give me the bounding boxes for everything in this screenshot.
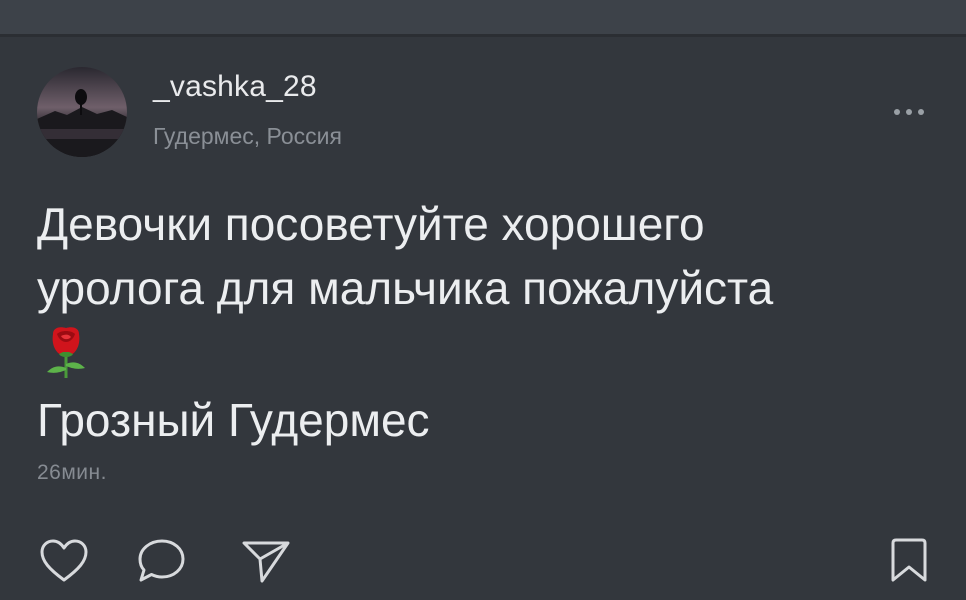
share-button[interactable] (240, 535, 292, 587)
ellipsis-dot (918, 109, 924, 115)
speech-bubble-icon (138, 539, 185, 582)
ellipsis-icon (894, 109, 900, 115)
avatar[interactable] (37, 67, 127, 157)
ellipsis-dot (906, 109, 912, 115)
post-text: Девочки посоветуйте хорошего уролога для… (37, 192, 937, 452)
top-bar (0, 0, 966, 34)
bookmark-button[interactable] (883, 535, 935, 587)
heart-icon (40, 539, 88, 582)
post-card: _vashka_28 Гудермес, Россия Девочки посо… (0, 37, 966, 600)
more-options-button[interactable] (884, 97, 934, 127)
rose-emoji (37, 324, 937, 388)
post-text-line: Девочки посоветуйте хорошего (37, 198, 705, 250)
location[interactable]: Гудермес, Россия (153, 123, 342, 150)
username[interactable]: _vashka_28 (153, 70, 317, 104)
paper-plane-icon (242, 541, 290, 583)
post-text-line: Грозный Гудермес (37, 394, 430, 446)
avatar-landscape-image (37, 67, 127, 157)
comment-button[interactable] (135, 535, 187, 587)
post-text-line: уролога для мальчика пожалуйста (37, 262, 774, 314)
bookmark-icon (891, 538, 927, 582)
timestamp: 26мин. (37, 461, 107, 484)
like-button[interactable] (38, 535, 90, 587)
